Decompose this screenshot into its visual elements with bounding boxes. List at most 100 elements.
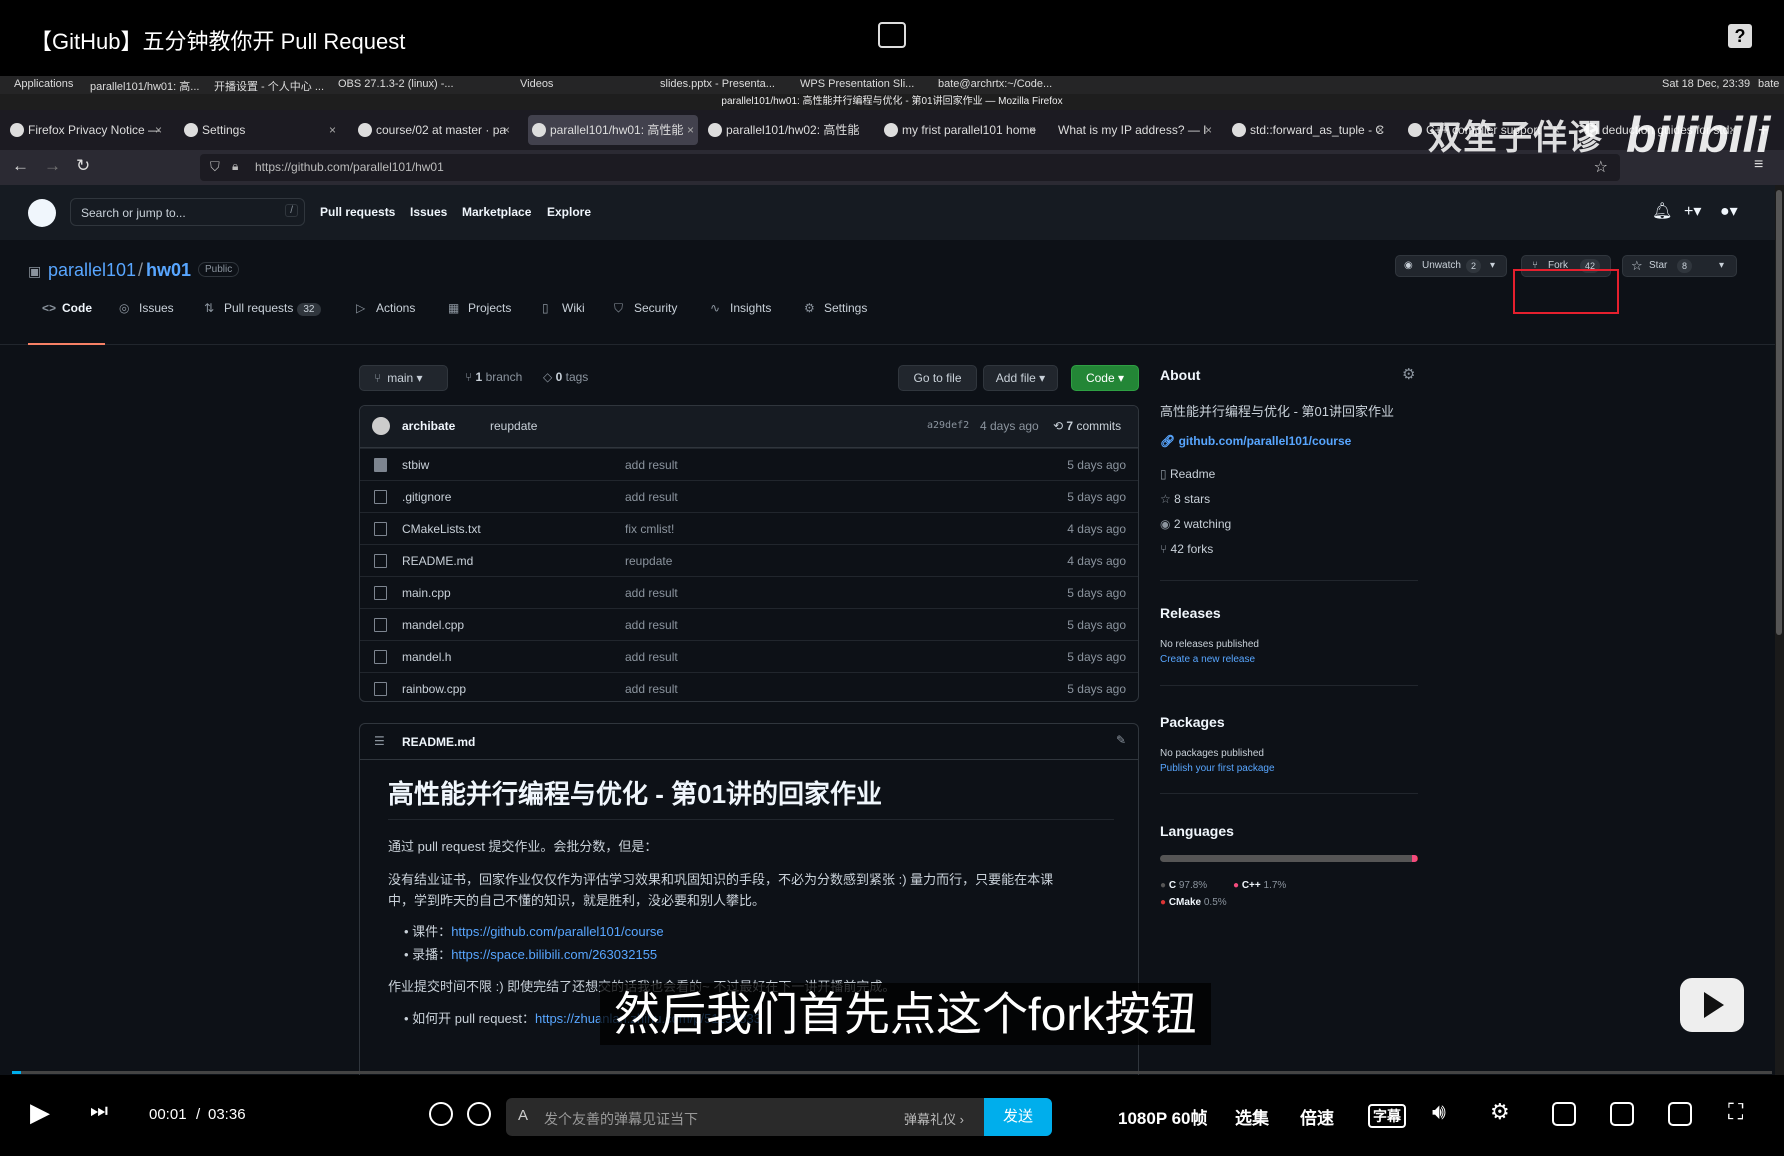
lock-icon[interactable]: 🔒︎ bbox=[232, 159, 238, 174]
code-button[interactable]: Code ▾ bbox=[1071, 365, 1139, 391]
nav-marketplace[interactable]: Marketplace bbox=[462, 205, 531, 219]
file-name[interactable]: CMakeLists.txt bbox=[402, 522, 481, 536]
file-row[interactable]: stbiw add result 5 days ago bbox=[360, 448, 1138, 480]
branch-select-button[interactable]: ⑂ main ▾ bbox=[359, 365, 448, 391]
browser-tab[interactable]: parallel101/hw02: 高性能 × bbox=[704, 115, 864, 145]
avatar[interactable] bbox=[372, 417, 390, 435]
language-item[interactable]: ● C 97.8% bbox=[1160, 880, 1207, 891]
browser-tab[interactable]: std::forward_as_tuple - C × bbox=[1228, 115, 1388, 145]
panel-item[interactable]: OBS 27.1.3-2 (linux) -... bbox=[338, 78, 454, 90]
volume-icon[interactable]: 🔊︎ bbox=[1432, 1099, 1446, 1125]
file-row[interactable]: CMakeLists.txt fix cmlist! 4 days ago bbox=[360, 512, 1138, 544]
bilibili-tv-icon[interactable] bbox=[1680, 978, 1744, 1032]
file-commit-message[interactable]: add result bbox=[625, 586, 678, 600]
star-button[interactable]: ☆ Star 8 ▾ bbox=[1622, 255, 1737, 277]
danmu-toggle-icon[interactable] bbox=[429, 1102, 453, 1126]
stars-link[interactable]: ☆ 8 stars bbox=[1160, 492, 1210, 506]
tags-link[interactable]: ◇ 0 tags bbox=[543, 370, 588, 384]
file-name[interactable]: mandel.cpp bbox=[402, 618, 464, 632]
picture-in-picture-icon[interactable] bbox=[1552, 1102, 1576, 1126]
panel-item[interactable]: bate@archrtx:~/Code... bbox=[938, 78, 1052, 90]
tab-settings[interactable]: ⚙ Settings bbox=[804, 301, 867, 315]
tab-pull-requests[interactable]: ⇅ Pull requests 32 bbox=[204, 301, 321, 316]
bell-icon[interactable]: 🔔︎ bbox=[1652, 201, 1672, 221]
tab-wiki[interactable]: ▯ Wiki bbox=[542, 301, 585, 315]
forks-link[interactable]: ⑂ 42 forks bbox=[1160, 542, 1213, 556]
episodes-button[interactable]: 选集 bbox=[1235, 1104, 1269, 1129]
close-icon[interactable]: × bbox=[155, 115, 162, 145]
font-style-icon[interactable]: A bbox=[518, 1107, 528, 1124]
browser-tab[interactable]: course/02 at master · pa × bbox=[354, 115, 514, 145]
panel-item[interactable]: Videos bbox=[520, 78, 553, 90]
forward-icon[interactable]: → bbox=[44, 156, 61, 176]
scrollbar-thumb[interactable] bbox=[1776, 190, 1782, 635]
close-icon[interactable]: × bbox=[687, 115, 694, 145]
close-icon[interactable]: × bbox=[329, 115, 336, 145]
close-icon[interactable]: × bbox=[1377, 115, 1384, 145]
search-input[interactable]: Search or jump to... / bbox=[70, 198, 305, 226]
close-icon[interactable]: × bbox=[503, 115, 510, 145]
avatar[interactable]: ●▾ bbox=[1720, 201, 1738, 221]
panel-item[interactable]: slides.pptx - Presenta... bbox=[660, 78, 775, 90]
browser-tab[interactable]: my frist parallel101 home × bbox=[880, 115, 1040, 145]
close-icon[interactable]: × bbox=[853, 115, 860, 145]
reload-icon[interactable]: ↻ bbox=[76, 156, 90, 176]
commit-sha[interactable]: a29def2 bbox=[927, 420, 969, 431]
unwatch-button[interactable]: ◉ Unwatch 2 ▾ bbox=[1395, 255, 1507, 277]
panel-item[interactable]: parallel101/hw01: 高... bbox=[90, 78, 199, 94]
edit-pencil-icon[interactable]: ✎ bbox=[1116, 733, 1126, 747]
panel-item[interactable]: 开播设置 - 个人中心 ... bbox=[214, 78, 324, 94]
send-button[interactable]: 发送 bbox=[984, 1098, 1052, 1136]
language-item[interactable]: ● CMake 0.5% bbox=[1160, 897, 1227, 908]
tab-code[interactable]: <> Code bbox=[42, 301, 92, 315]
danmu-etiquette-link[interactable]: 弹幕礼仪 › bbox=[904, 1109, 964, 1128]
file-commit-message[interactable]: add result bbox=[625, 650, 678, 664]
file-commit-message[interactable]: add result bbox=[625, 490, 678, 504]
go-to-file-button[interactable]: Go to file bbox=[898, 365, 977, 391]
file-row[interactable]: rainbow.cpp add result 5 days ago bbox=[360, 672, 1138, 701]
progress-bar[interactable] bbox=[12, 1071, 1772, 1074]
file-name[interactable]: mandel.h bbox=[402, 650, 451, 664]
play-icon[interactable]: ▶ bbox=[30, 1097, 50, 1128]
tab-security[interactable]: ⛉ Security bbox=[614, 301, 677, 315]
url-text[interactable]: https://github.com/parallel101/hw01 bbox=[255, 160, 444, 174]
course-link[interactable]: https://github.com/parallel101/course bbox=[451, 924, 663, 939]
file-name[interactable]: rainbow.cpp bbox=[402, 682, 466, 696]
nav-pull-requests[interactable]: Pull requests bbox=[320, 205, 395, 219]
widescreen-icon[interactable] bbox=[1610, 1102, 1634, 1126]
language-item[interactable]: ● C++ 1.7% bbox=[1233, 880, 1286, 891]
file-commit-message[interactable]: reupdate bbox=[625, 554, 672, 568]
repo-name-link[interactable]: hw01 bbox=[146, 260, 191, 281]
file-name[interactable]: README.md bbox=[402, 554, 473, 568]
about-homepage-link[interactable]: 🔗︎ github.com/parallel101/course bbox=[1160, 434, 1351, 448]
mini-player-icon[interactable] bbox=[878, 22, 906, 48]
github-logo-icon[interactable] bbox=[28, 199, 56, 227]
shield-icon[interactable]: ⛉ bbox=[210, 159, 220, 175]
web-fullscreen-icon[interactable] bbox=[1668, 1102, 1692, 1126]
file-commit-message[interactable]: fix cmlist! bbox=[625, 522, 674, 536]
commit-author[interactable]: archibate bbox=[402, 419, 455, 433]
nav-issues[interactable]: Issues bbox=[410, 205, 447, 219]
bookmark-star-icon[interactable]: ☆ bbox=[1594, 157, 1608, 177]
tab-projects[interactable]: ▦ Projects bbox=[448, 301, 511, 315]
add-file-button[interactable]: Add file ▾ bbox=[983, 365, 1058, 391]
tab-actions[interactable]: ▷ Actions bbox=[356, 301, 415, 315]
back-icon[interactable]: ← bbox=[12, 156, 29, 176]
next-icon[interactable]: ⏭ bbox=[90, 1100, 108, 1123]
danmu-input[interactable]: A 发个友善的弹幕见证当下 弹幕礼仪 › bbox=[506, 1098, 1052, 1136]
nav-explore[interactable]: Explore bbox=[547, 205, 591, 219]
file-commit-message[interactable]: add result bbox=[625, 458, 678, 472]
danmu-settings-icon[interactable] bbox=[467, 1102, 491, 1126]
file-row[interactable]: mandel.cpp add result 5 days ago bbox=[360, 608, 1138, 640]
settings-gear-icon[interactable]: ⚙ bbox=[1490, 1099, 1510, 1125]
browser-tab[interactable]: Settings × bbox=[180, 115, 340, 145]
publish-package-link[interactable]: Publish your first package bbox=[1160, 763, 1275, 774]
gear-icon[interactable]: ⚙ bbox=[1402, 365, 1415, 383]
plus-dropdown-icon[interactable]: +▾ bbox=[1684, 201, 1701, 221]
fullscreen-icon[interactable]: ⛶ bbox=[1728, 1099, 1743, 1125]
file-row[interactable]: main.cpp add result 5 days ago bbox=[360, 576, 1138, 608]
tab-issues[interactable]: ◎ Issues bbox=[119, 301, 174, 315]
close-icon[interactable]: × bbox=[1029, 115, 1036, 145]
create-release-link[interactable]: Create a new release bbox=[1160, 654, 1255, 665]
tab-insights[interactable]: ∿ Insights bbox=[710, 301, 771, 315]
